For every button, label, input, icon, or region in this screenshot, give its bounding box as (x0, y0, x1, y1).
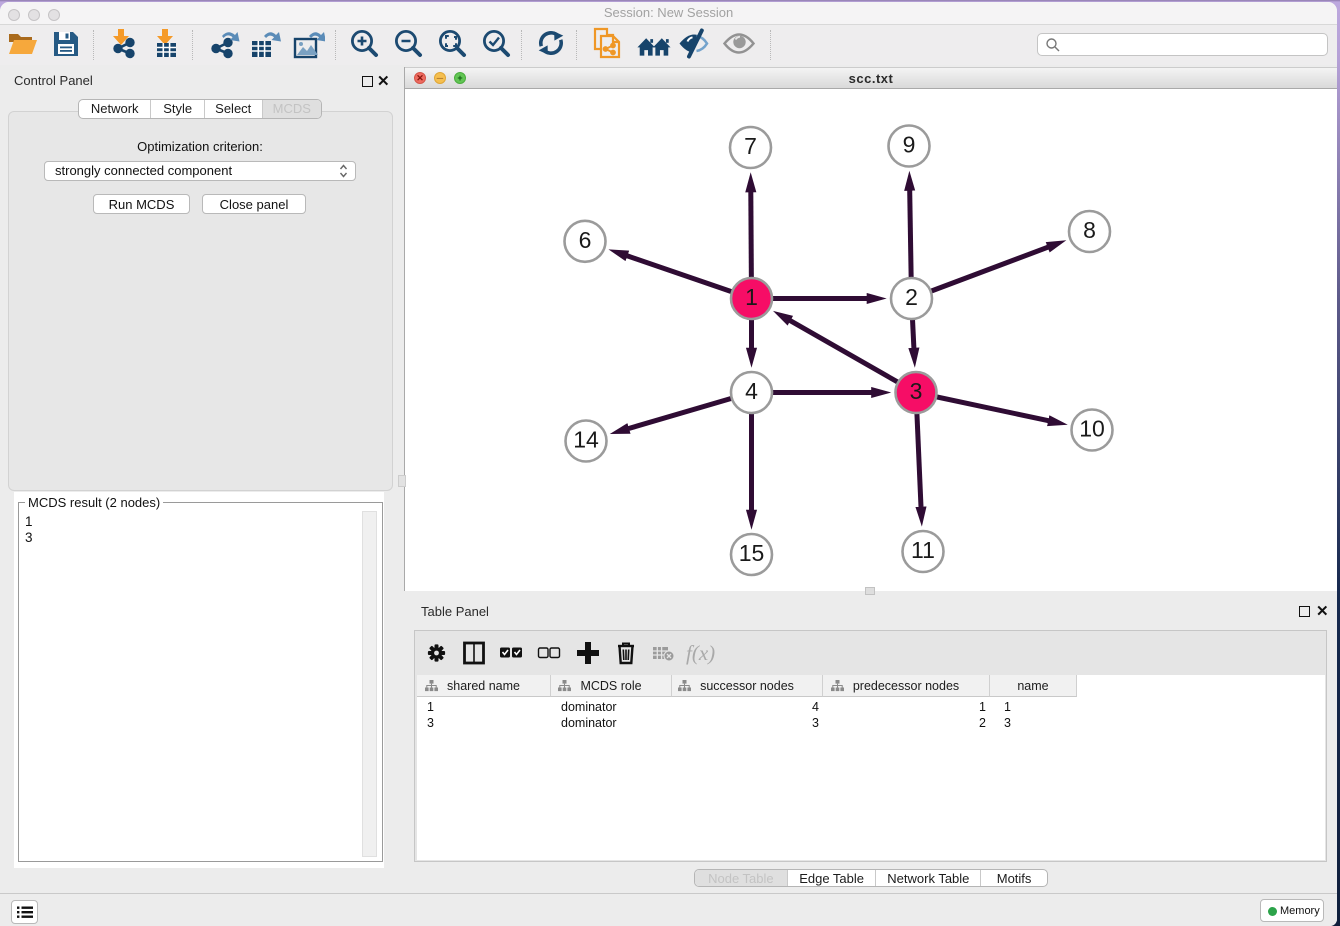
svg-text:15: 15 (739, 540, 765, 566)
svg-text:1: 1 (745, 284, 758, 310)
svg-text:2: 2 (905, 284, 918, 310)
svg-text:9: 9 (903, 132, 916, 158)
svg-text:10: 10 (1079, 416, 1105, 442)
svg-text:11: 11 (911, 537, 935, 563)
svg-text:8: 8 (1083, 217, 1096, 243)
svg-text:4: 4 (745, 378, 758, 404)
svg-text:7: 7 (744, 133, 757, 159)
svg-text:14: 14 (573, 427, 599, 453)
svg-text:f(x): f(x) (686, 641, 715, 665)
svg-text:6: 6 (579, 227, 592, 253)
svg-text:3: 3 (910, 378, 923, 404)
